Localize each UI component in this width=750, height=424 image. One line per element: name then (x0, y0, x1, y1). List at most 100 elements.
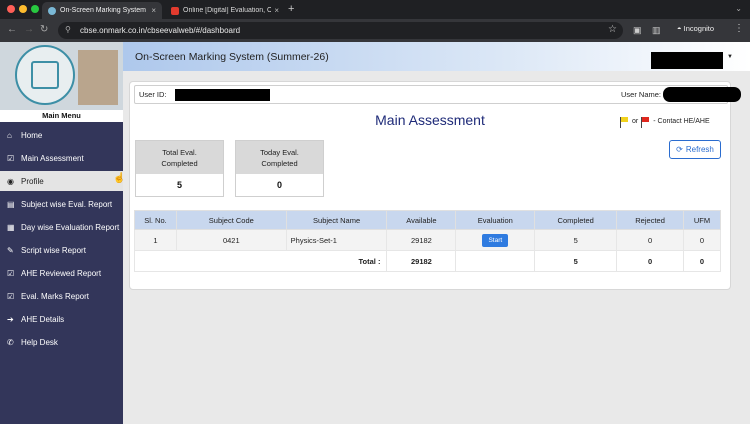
youtube-favicon-icon (171, 6, 179, 15)
url-text: cbse.onmark.co.in/cbseevalweb/#/dashboar… (80, 26, 241, 35)
menu-heading: Main Menu (0, 110, 123, 122)
sidebar-item-label: Eval. Marks Report (21, 291, 90, 301)
flag-legend-text: - Contact HE/AHE (653, 118, 710, 125)
back-arrow-icon[interactable]: ← (7, 24, 17, 35)
start-button[interactable]: Start (482, 233, 509, 247)
rejected-cell: 0 (616, 229, 685, 251)
emblem-icon (15, 45, 75, 105)
checkbox-icon: ☑ (7, 153, 15, 163)
browser-tab-active[interactable]: On-Screen Marking System × (42, 2, 162, 19)
incognito-label: Incognito (683, 24, 715, 33)
reload-icon[interactable]: ↻ (40, 24, 48, 35)
tab-title: On-Screen Marking System (60, 7, 146, 14)
forward-arrow-icon[interactable]: → (24, 24, 34, 35)
sidebar: Main Menu ⌂ Home ☑ Main Assessment ◉ Pro… (0, 42, 125, 424)
building-image (78, 50, 118, 105)
user-name-label: User Name: (621, 90, 662, 99)
sidebar-item-help-desk[interactable]: ✆ Help Desk (0, 332, 123, 352)
browser-tab-inactive[interactable]: Online [Digital] Evaluation, O... × (165, 2, 285, 19)
browser-menu-icon[interactable]: ⋮ (734, 23, 744, 34)
assessment-table: Sl. No. Subject Code Subject Name Availa… (133, 210, 721, 272)
arrow-circle-icon: ➔ (7, 314, 14, 324)
ufm-cell: 0 (683, 229, 721, 251)
sidebar-item-eval-marks-report[interactable]: ☑ Eval. Marks Report (0, 286, 123, 306)
sidebar-item-ahe-details[interactable]: ➔ AHE Details (0, 309, 123, 329)
incognito-icon: ◓ (677, 24, 682, 33)
site-info-icon[interactable]: ⚲ (65, 25, 71, 34)
column-header: Rejected (616, 210, 685, 230)
table-row: 1 0421 Physics-Set-1 29182 Start 5 0 0 (134, 229, 721, 251)
stat-label: Completed (261, 159, 298, 168)
sidebar-item-main-assessment[interactable]: ☑ Main Assessment (0, 148, 123, 168)
main-card: User ID: User Name: Main Assessment or -… (129, 81, 741, 290)
app-title: On-Screen Marking System (Summer-26) (135, 51, 329, 63)
address-bar[interactable]: ⚲ cbse.onmark.co.in/cbseevalweb/#/dashbo… (58, 22, 623, 39)
sidebar-item-home[interactable]: ⌂ Home (0, 125, 123, 145)
sidebar-item-script-wise-report[interactable]: ✎ Script wise Report (0, 240, 123, 260)
red-flag-icon (641, 117, 650, 128)
user-name-redacted (663, 87, 741, 102)
checkbox-icon: ☑ (7, 291, 15, 301)
tab-list-chevron-icon[interactable]: ⌄ (735, 4, 742, 13)
column-header: Sl. No. (134, 210, 177, 230)
stat-label: Today Eval. (260, 148, 299, 157)
document-icon: ▤ (7, 199, 15, 209)
extension-icon[interactable]: ▣ (633, 25, 642, 36)
stat-label: Completed (161, 159, 198, 168)
total-evaluation-cell (455, 250, 536, 272)
calendar-icon: ▦ (7, 222, 15, 232)
sidebar-item-label: Script wise Report (21, 245, 86, 255)
completed-cell: 5 (534, 229, 618, 251)
favicon-icon (48, 6, 56, 15)
user-id-redacted (175, 89, 270, 101)
flag-or-text: or (632, 118, 639, 125)
edit-icon: ✎ (7, 245, 14, 255)
phone-icon: ✆ (7, 337, 14, 347)
total-ufm-cell: 0 (683, 250, 721, 272)
close-window-button[interactable] (7, 5, 15, 13)
close-tab-icon[interactable]: × (151, 6, 156, 15)
home-icon: ⌂ (7, 130, 12, 140)
sidebar-item-day-wise-report[interactable]: ▦ Day wise Evaluation Report (0, 217, 123, 237)
table-total-row: Total : 29182 5 0 0 (133, 250, 721, 272)
refresh-icon: ⟳ (676, 145, 683, 154)
total-completed-cell: 5 (534, 250, 618, 272)
total-rejected-cell: 0 (616, 250, 685, 272)
column-header: Completed (534, 210, 618, 230)
yellow-flag-icon (620, 117, 629, 128)
table-header-row: Sl. No. Subject Code Subject Name Availa… (134, 210, 721, 230)
available-cell: 29182 (386, 229, 457, 251)
close-tab-icon[interactable]: × (274, 6, 279, 15)
sidebar-item-label: Day wise Evaluation Report (21, 222, 120, 232)
dropdown-caret-icon[interactable]: ▼ (727, 54, 733, 60)
stat-value: 0 (276, 180, 282, 190)
browser-toolbar: ← → ↻ ⚲ cbse.onmark.co.in/cbseevalweb/#/… (0, 19, 750, 42)
window-controls (7, 5, 39, 13)
bookmark-star-icon[interactable]: ☆ (608, 24, 617, 35)
incognito-indicator[interactable]: ◓ Incognito (677, 24, 714, 33)
sidepanel-icon[interactable]: ▥ (652, 25, 661, 36)
column-header: Subject Code (175, 210, 287, 230)
subject-code-cell: 0421 (175, 229, 287, 251)
sidebar-item-label: Help Desk (21, 337, 58, 347)
user-info-bar: User ID: User Name: (134, 85, 741, 104)
user-circle-icon: ◉ (7, 176, 14, 186)
column-header: Subject Name (285, 210, 388, 230)
total-eval-stat: Total Eval. Completed 5 (135, 140, 224, 197)
flag-legend: or - Contact HE/AHE (620, 117, 710, 128)
evaluation-cell: Start (455, 229, 536, 251)
maximize-window-button[interactable] (31, 5, 39, 13)
user-dropdown-redacted[interactable] (651, 52, 723, 69)
sidebar-item-profile[interactable]: ◉ Profile (0, 171, 123, 191)
sidebar-item-ahe-reviewed-report[interactable]: ☑ AHE Reviewed Report (0, 263, 123, 283)
sidebar-item-label: Home (21, 130, 43, 140)
refresh-button[interactable]: ⟳ Refresh (669, 140, 721, 159)
sidebar-item-subject-wise-report[interactable]: ▤ Subject wise Eval. Report (0, 194, 123, 214)
minimize-window-button[interactable] (19, 5, 27, 13)
user-id-label: User ID: (139, 90, 167, 99)
new-tab-button[interactable]: + (288, 3, 294, 15)
column-header: Evaluation (455, 210, 536, 230)
today-eval-stat: Today Eval. Completed 0 (235, 140, 324, 197)
checkbox-icon: ☑ (7, 268, 15, 278)
sidebar-item-label: Profile (21, 176, 44, 186)
